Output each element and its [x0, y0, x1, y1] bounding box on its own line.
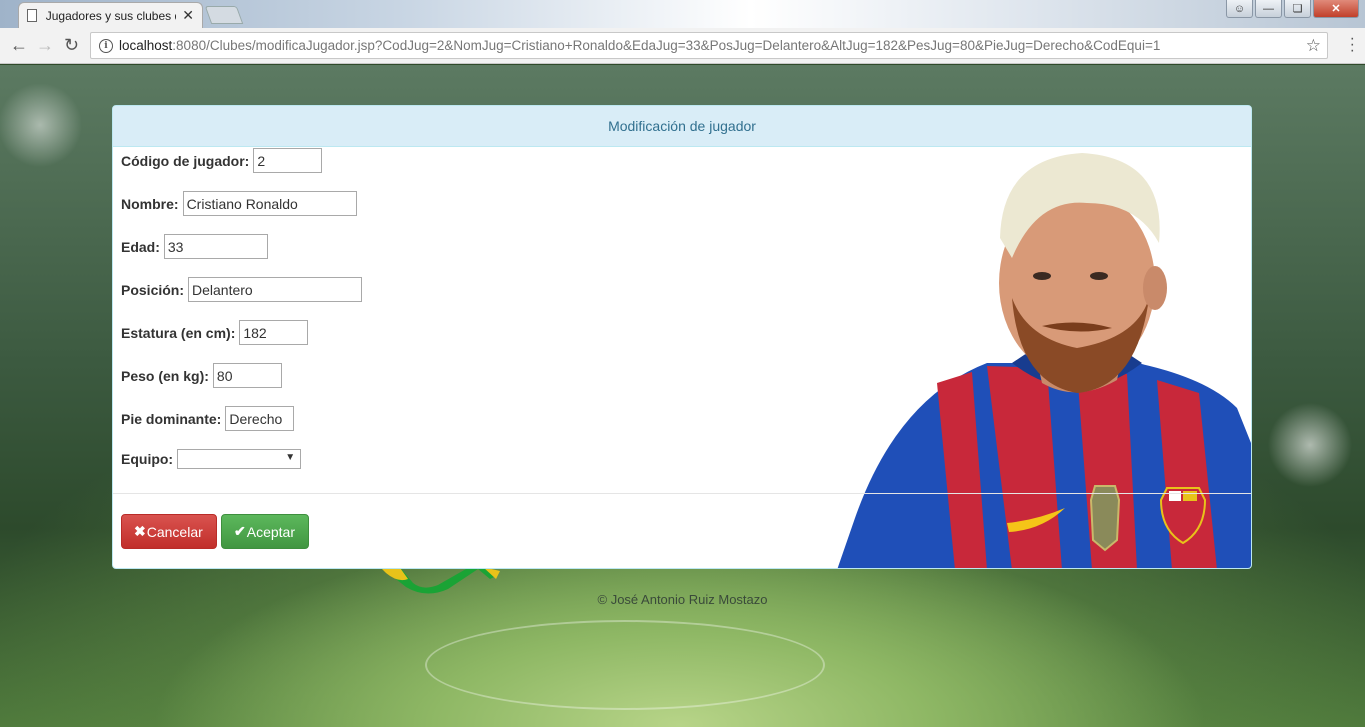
cancel-button[interactable]: ✖ Cancelar — [121, 514, 217, 549]
accept-button[interactable]: ✔ Aceptar — [221, 514, 309, 549]
edad-label: Edad: — [121, 238, 160, 255]
menu-icon[interactable]: · · · — [1350, 31, 1355, 59]
browser-toolbar: ← → ↻ i localhost:8080/Clubes/modificaJu… — [0, 28, 1365, 64]
pie-row: Pie dominante: — [121, 406, 295, 431]
posicion-row: Posición: — [121, 277, 363, 302]
info-icon[interactable]: i — [99, 38, 113, 53]
url-host: localhost — [119, 38, 173, 53]
peso-row: Peso (en kg): — [121, 363, 282, 388]
modify-player-panel: Modificación de jugador Código de jugado… — [112, 105, 1252, 569]
address-bar[interactable]: i localhost:8080/Clubes/modificaJugador.… — [90, 32, 1328, 59]
nombre-input[interactable] — [182, 191, 357, 216]
estatura-input[interactable] — [239, 320, 309, 345]
estatura-row: Estatura (en cm): — [121, 320, 309, 345]
codigo-row: Código de jugador: — [121, 148, 323, 173]
browser-tab[interactable]: Jugadores y sus clubes d ✕ — [18, 2, 203, 28]
peso-input[interactable] — [212, 363, 282, 388]
edad-input[interactable] — [163, 234, 268, 259]
tab-title: Jugadores y sus clubes d — [45, 8, 177, 23]
posicion-label: Posición: — [121, 281, 185, 298]
posicion-input[interactable] — [188, 277, 363, 302]
equipo-row: Equipo: ▼ — [121, 449, 302, 469]
chevron-down-icon: ▼ — [285, 452, 296, 463]
user-icon[interactable]: ☺ — [1226, 0, 1253, 18]
star-icon[interactable]: ☆ — [1306, 36, 1321, 56]
pie-label: Pie dominante: — [121, 410, 222, 427]
pie-input[interactable] — [225, 406, 295, 431]
window-close-button[interactable]: ✕ — [1313, 0, 1359, 18]
times-icon: ✖ — [134, 523, 146, 539]
forward-icon[interactable]: → — [36, 35, 54, 56]
equipo-label: Equipo: — [121, 451, 174, 467]
back-icon[interactable]: ← — [10, 35, 28, 56]
cancel-label: Cancelar — [146, 523, 203, 540]
reload-icon[interactable]: ↻ — [64, 35, 79, 56]
check-icon: ✔ — [234, 523, 246, 539]
url-path: :8080/Clubes/modificaJugador.jsp?CodJug=… — [172, 38, 1161, 53]
field-circle — [425, 620, 825, 710]
nombre-label: Nombre: — [121, 195, 179, 212]
new-tab-button[interactable] — [204, 6, 244, 24]
player-image — [837, 153, 1251, 568]
browser-tab-strip: Jugadores y sus clubes d ✕ ☺ — ❏ ✕ — [0, 0, 1365, 28]
maximize-button[interactable]: ❏ — [1284, 0, 1311, 18]
footer-copyright: © José Antonio Ruiz Mostazo — [597, 592, 768, 607]
nombre-row: Nombre: — [121, 191, 357, 216]
codigo-label: Código de jugador: — [121, 152, 250, 169]
url-text: localhost:8080/Clubes/modificaJugador.js… — [119, 38, 1160, 53]
codigo-input[interactable] — [253, 148, 323, 173]
estatura-label: Estatura (en cm): — [121, 324, 236, 341]
accept-label: Aceptar — [246, 523, 295, 540]
minimize-button[interactable]: — — [1255, 0, 1282, 18]
logo-fragment — [378, 565, 500, 594]
panel-divider — [113, 493, 1251, 494]
page-icon — [27, 9, 37, 22]
equipo-select[interactable]: ▼ — [177, 449, 302, 469]
window-controls: ☺ — ❏ ✕ — [1226, 0, 1359, 18]
close-icon[interactable]: ✕ — [182, 7, 194, 24]
peso-label: Peso (en kg): — [121, 367, 209, 384]
edad-row: Edad: — [121, 234, 268, 259]
panel-heading: Modificación de jugador — [113, 106, 1251, 147]
